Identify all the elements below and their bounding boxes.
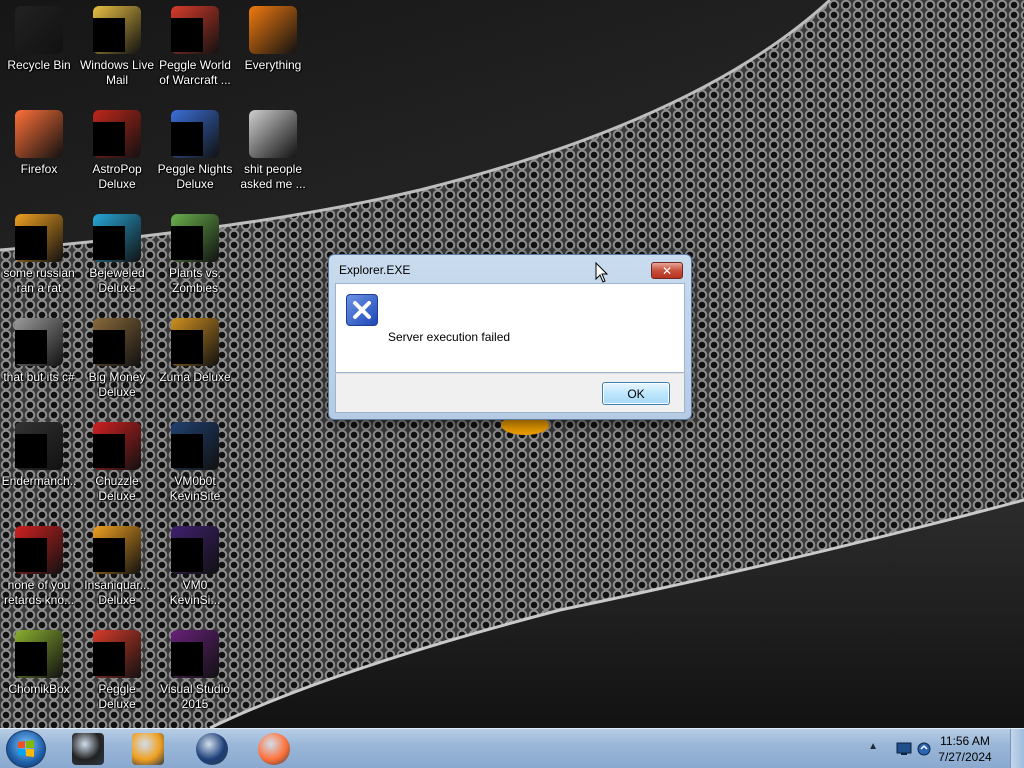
chomikbox-icon — [15, 630, 63, 678]
network-icon[interactable] — [896, 742, 912, 756]
app-icon — [171, 526, 219, 574]
desktop-icon-label: Chuzzle Deluxe — [95, 474, 139, 503]
desktop-icon[interactable]: some russian ran a rat — [0, 214, 78, 310]
desktop-icon[interactable]: Visual Studio 2015 — [156, 630, 234, 726]
desktop-icon-label: VM0 KevinSi... — [169, 578, 221, 607]
desktop-icon[interactable]: VM0b0t KevinSite — [156, 422, 234, 518]
desktop-icon[interactable]: Peggle Nights Deluxe — [156, 110, 234, 206]
pvz-icon — [171, 214, 219, 262]
desktop-icon[interactable]: AstroPop Deluxe — [78, 110, 156, 206]
clock-date: 7/27/2024 — [938, 750, 992, 764]
desktop-icon[interactable]: Recycle Bin — [0, 6, 78, 102]
desktop-icon-label: Plants vs. Zombies — [168, 266, 222, 295]
desktop-icon-label: ChomikBox — [8, 682, 70, 696]
peggle-icon — [171, 6, 219, 54]
dialog-footer: OK — [335, 373, 685, 413]
desktop-icon-label: Visual Studio 2015 — [160, 682, 230, 711]
start-button[interactable] — [6, 730, 46, 768]
visual-studio-icon — [171, 630, 219, 678]
desktop-icon-label: Big Money Deluxe — [88, 370, 146, 399]
desktop-icon-label: shit people asked me ... — [240, 162, 306, 191]
desktop-icon[interactable]: Chuzzle Deluxe — [78, 422, 156, 518]
error-message: Server execution failed — [388, 330, 511, 344]
desktop-icon-label: Insaniquar... Deluxe — [84, 578, 150, 607]
peggle-nights-icon — [171, 110, 219, 158]
desktop-icon[interactable]: Endermanch... — [0, 422, 78, 518]
desktop-icon-label: Peggle World of Warcraft ... — [159, 58, 231, 87]
media-player-icon[interactable] — [132, 733, 164, 765]
desktop-icon[interactable]: Insaniquar... Deluxe — [78, 526, 156, 622]
desktop-icon-label: AstroPop Deluxe — [92, 162, 142, 191]
clock[interactable]: 11:56 AM 7/27/2024 — [930, 733, 1000, 765]
desktop-icon[interactable]: VM0 KevinSi... — [156, 526, 234, 622]
dialog-title: Explorer.EXE — [339, 263, 411, 277]
desktop-icon[interactable]: ChomikBox — [0, 630, 78, 726]
desktop-icon[interactable]: Zuma Deluxe — [156, 318, 234, 414]
desktop-icon[interactable]: Windows Live Mail — [78, 6, 156, 102]
desktop-icon-label: none of you retards kno... — [3, 578, 75, 607]
mail-icon — [93, 6, 141, 54]
tray-overflow-icon[interactable]: ▲ — [868, 741, 878, 752]
zuma-icon — [171, 318, 219, 366]
desktop-icon-label: VM0b0t KevinSite — [169, 474, 221, 503]
file-icon — [15, 214, 63, 262]
app-icon — [171, 422, 219, 470]
bejeweled-icon — [93, 214, 141, 262]
desktop-icon[interactable]: Peggle World of Warcraft ... — [156, 6, 234, 102]
desktop-icon-label: Everything — [244, 58, 302, 72]
desktop-icon-label: some russian ran a rat — [3, 266, 75, 295]
globe-icon[interactable] — [196, 733, 228, 765]
mouse-cursor-icon — [595, 262, 609, 283]
desktop-icon-label: Bejeweled Deluxe — [89, 266, 145, 295]
big-money-icon — [93, 318, 141, 366]
desktop-icon[interactable]: none of you retards kno... — [0, 526, 78, 622]
desktop-icon[interactable]: Everything — [234, 6, 312, 102]
desktop-icon-label: that but its c# — [3, 370, 75, 384]
dialog-body: Server execution failed — [335, 283, 685, 373]
clock-time: 11:56 AM — [940, 734, 990, 748]
taskbar: ▲ 11:56 AM 7/27/2024 — [0, 728, 1024, 768]
desktop-icon-label: Peggle Deluxe — [98, 682, 136, 711]
desktop-icon[interactable]: Bejeweled Deluxe — [78, 214, 156, 310]
show-desktop-button[interactable] — [1010, 729, 1024, 768]
folder-icon — [15, 318, 63, 366]
firefox-icon — [15, 110, 63, 158]
ok-button[interactable]: OK — [602, 382, 670, 405]
desktop-icon[interactable]: Plants vs. Zombies — [156, 214, 234, 310]
peggle-deluxe-icon — [93, 630, 141, 678]
error-dialog: Explorer.EXE ✕ Server execution failed O… — [328, 254, 692, 420]
desktop-icon[interactable]: that but its c# — [0, 318, 78, 414]
error-icon — [346, 294, 378, 326]
recycle-bin-icon — [15, 6, 63, 54]
desktop-icon[interactable]: Peggle Deluxe — [78, 630, 156, 726]
desktop-icon[interactable]: Firefox — [0, 110, 78, 206]
folder-icon — [249, 110, 297, 158]
desktop-icon-label: Firefox — [20, 162, 58, 176]
desktop-icon[interactable]: shit people asked me ... — [234, 110, 312, 206]
desktop-icon-label: Zuma Deluxe — [159, 370, 231, 384]
desktop-icon[interactable]: Big Money Deluxe — [78, 318, 156, 414]
window-icon — [15, 422, 63, 470]
desktop-icon-label: Windows Live Mail — [79, 58, 155, 87]
desktop-icon-label: Endermanch... — [1, 474, 77, 503]
app-icon — [15, 526, 63, 574]
astropop-icon — [93, 110, 141, 158]
search-icon — [249, 6, 297, 54]
fish-icon — [93, 526, 141, 574]
chuzzle-icon — [93, 422, 141, 470]
desktop-icon-label: Peggle Nights Deluxe — [157, 162, 233, 191]
desktop-icon-label: Recycle Bin — [7, 58, 71, 72]
terminal-icon[interactable] — [72, 733, 104, 765]
windows-logo-icon — [18, 740, 34, 757]
firefox-icon[interactable] — [258, 733, 290, 765]
close-button[interactable]: ✕ — [651, 262, 683, 279]
